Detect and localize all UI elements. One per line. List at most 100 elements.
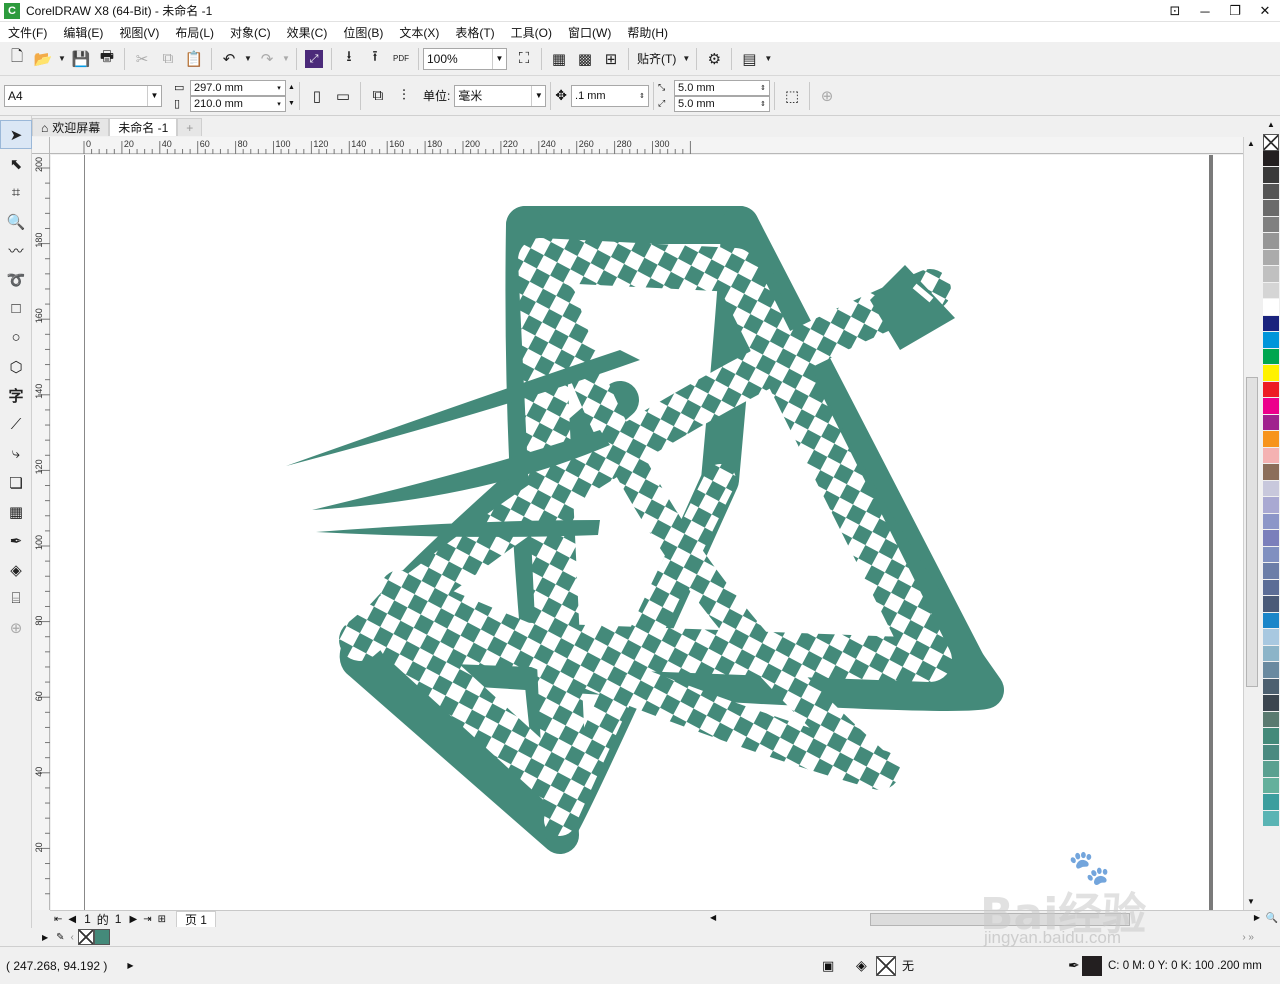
status-menu-icon[interactable]: ▶ [127,961,133,970]
menu-view[interactable]: 视图(V) [111,24,167,41]
docpal-menu-icon[interactable]: ▶ [42,933,48,942]
ellipse-tool-icon[interactable]: ○ [0,323,32,352]
menu-table[interactable]: 表格(T) [447,24,502,41]
palette-swatch[interactable] [1263,233,1279,250]
palette-swatch[interactable] [1263,530,1279,547]
page-height-input[interactable]: 210.0 mm ▾ [190,95,286,112]
parallel-dimension-tool-icon[interactable]: ⟋ [0,410,32,439]
application-launcher-icon[interactable]: ▤ [736,46,762,72]
spinner-icon[interactable]: ⇕ [636,86,648,106]
horizontal-scrollbar[interactable]: ◀ ▶ 🔍 [710,913,1280,926]
all-pages-icon[interactable]: ⧉ [365,83,391,109]
palette-scroll-up-icon[interactable]: ▲ [1262,120,1280,134]
save-icon[interactable]: 💾 [68,46,94,72]
snap-dropdown-icon[interactable]: ▼ [680,46,692,72]
add-toolbar-item-icon[interactable]: ⊕ [814,83,840,109]
eyedropper-icon[interactable]: ✎ [56,932,64,943]
color-eyedropper-tool-icon[interactable]: ✒ [0,526,32,555]
current-page-icon[interactable]: ⫶ [391,83,417,109]
page-tab-1[interactable]: 页 1 [175,911,216,927]
full-screen-icon[interactable]: ⛶ [511,46,537,72]
palette-swatch[interactable] [1263,645,1279,662]
horizontal-scroll-thumb[interactable] [870,913,1130,926]
palette-swatch[interactable] [1263,629,1279,646]
open-folder-icon[interactable]: 📂 [30,46,56,72]
page-width-input[interactable]: 297.0 mm ▾ [190,79,286,96]
close-button[interactable]: ✕ [1250,0,1280,22]
palette-swatch-none[interactable] [1263,134,1279,151]
palette-swatch[interactable] [1263,200,1279,217]
units-combo[interactable]: 毫米 ▼ [454,84,547,107]
zoom-tool-icon[interactable]: 🔍 [0,207,32,236]
palette-swatch[interactable] [1263,761,1279,778]
drawing-canvas[interactable] [51,155,1243,910]
menu-window[interactable]: 窗口(W) [560,24,619,41]
lock-ratio-icon[interactable]: ▼ [288,100,295,107]
menu-tools[interactable]: 工具(O) [503,24,560,41]
pick-tool-icon[interactable]: ➤ [0,120,32,149]
publish-pdf-icon[interactable]: PDF [388,46,414,72]
palette-swatch[interactable] [1263,398,1279,415]
print-icon[interactable]: 🖶 [94,46,120,72]
next-page-icon[interactable]: ▶ [129,914,137,925]
show-rulers-icon[interactable]: ▦ [546,46,572,72]
palette-swatch[interactable] [1263,381,1279,398]
menu-edit[interactable]: 编辑(E) [55,24,111,41]
no-color-swatch[interactable] [77,929,94,945]
spinner-icon[interactable]: ▾ [273,97,285,111]
palette-swatch[interactable] [1263,216,1279,233]
previous-page-icon[interactable]: ◀ [68,914,76,925]
palette-swatch[interactable] [1263,365,1279,382]
palette-swatch[interactable] [1263,711,1279,728]
show-grid-icon[interactable]: ▩ [572,46,598,72]
cut-icon[interactable]: ✂ [129,46,155,72]
import-icon[interactable]: ⭳ [336,46,362,72]
palette-swatch[interactable] [1263,315,1279,332]
treat-as-filled-icon[interactable]: ⬚ [779,83,805,109]
palette-swatch[interactable] [1263,282,1279,299]
palette-swatch[interactable] [1263,150,1279,167]
duplicate-x-input[interactable]: 5.0 mm ⇕ [674,79,771,96]
spinner-icon[interactable]: ⇕ [757,97,769,111]
zoom-navigator-icon[interactable]: 🔍 [1266,913,1278,924]
star-artwork[interactable] [51,155,1243,910]
palette-swatch[interactable] [1263,728,1279,745]
palette-swatch[interactable] [1263,596,1279,613]
drop-shadow-tool-icon[interactable]: ❏ [0,468,32,497]
tab-document[interactable]: 未命名 -1 [109,118,178,136]
palette-swatch[interactable] [1263,695,1279,712]
text-tool-icon[interactable]: 字 [0,381,32,410]
show-guidelines-icon[interactable]: ⊞ [598,46,624,72]
menu-file[interactable]: 文件(F) [0,24,55,41]
add-page-icon[interactable]: ⊞ [158,914,166,925]
duplicate-y-input[interactable]: 5.0 mm ⇕ [674,95,771,112]
paste-icon[interactable]: 📋 [181,46,207,72]
palette-swatch[interactable] [1263,794,1279,811]
palette-swatch[interactable] [1263,183,1279,200]
freehand-tool-icon[interactable]: 〰 [0,236,32,265]
redo-dropdown-icon[interactable]: ▼ [280,46,292,72]
palette-swatch[interactable] [1263,662,1279,679]
vertical-scrollbar[interactable]: ▲ ▼ [1243,137,1260,910]
search-content-icon[interactable]: ⤢ [301,46,327,72]
polygon-tool-icon[interactable]: ⬡ [0,352,32,381]
palette-swatch[interactable] [1263,546,1279,563]
portrait-icon[interactable]: ▯ [304,83,330,109]
options-gear-icon[interactable]: ⚙ [701,46,727,72]
outline-pen-icon[interactable]: ✒ [1068,957,1080,974]
horizontal-ruler[interactable]: 0 20 40 60 80 100 120 140 160 180 200 220 240 260 280 3… [50,137,1260,154]
undo-dropdown-icon[interactable]: ▼ [242,46,254,72]
palette-swatch[interactable] [1263,431,1279,448]
chevron-down-icon[interactable]: ▼ [492,48,506,69]
add-tool-icon[interactable]: ⊕ [0,613,32,642]
undo-icon[interactable]: ↶ [216,46,242,72]
launcher-dropdown-icon[interactable]: ▼ [762,46,774,72]
landscape-icon[interactable]: ▭ [330,83,356,109]
rectangle-tool-icon[interactable]: □ [0,294,32,323]
chevron-down-icon[interactable]: ▼ [147,85,161,106]
tab-welcome-screen[interactable]: ⌂ 欢迎屏幕 [32,118,110,136]
docpal-left-icon[interactable]: ‹ [71,932,74,943]
color-proof-icon[interactable]: ▣ [822,958,834,974]
docpal-right-icon[interactable]: › » [1242,932,1254,943]
palette-swatch[interactable] [1263,579,1279,596]
